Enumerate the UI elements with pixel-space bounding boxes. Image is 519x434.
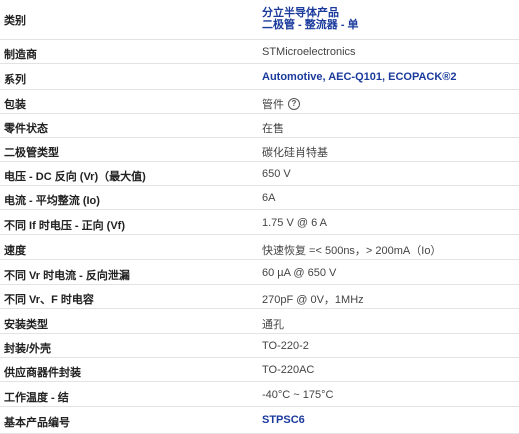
table-row-series: 系列 Automotive, AEC-Q101, ECOPACK®2 [0,64,519,90]
operating-temp-value: -40°C ~ 175°C [262,389,334,401]
diode-type-value: 碳化硅肖特基 [262,147,328,159]
table-row-supplier-package: 供应商器件封装 TO-220AC [0,358,519,382]
table-row-operating-temp: 工作温度 - 结 -40°C ~ 175°C [0,382,519,407]
packaging-label: 包装 [4,99,26,111]
capacitance-label: 不同 Vr、F 时电容 [4,294,94,306]
reverse-leakage-label: 不同 Vr 时电流 - 反向泄漏 [4,270,130,282]
rectified-current-value: 6A [262,192,276,204]
category-child-link[interactable]: 二极管 - 整流器 - 单 [262,19,359,31]
operating-temp-label: 工作温度 - 结 [4,392,69,404]
forward-voltage-label: 不同 If 时电压 - 正向 (Vf) [4,220,125,232]
part-status-value: 在售 [262,123,284,135]
manufacturer-label: 制造商 [4,49,37,61]
table-row-rectified-current: 电流 - 平均整流 (Io) 6A [0,186,519,210]
table-row-category: 类别 分立半导体产品 二极管 - 整流器 - 单 [0,0,519,40]
package-case-label: 封装/外壳 [4,343,52,355]
package-case-value: TO-220-2 [262,340,309,352]
base-product-number-label: 基本产品编号 [4,417,70,429]
table-row-reverse-voltage: 电压 - DC 反向 (Vr)（最大值) 650 V [0,162,519,186]
table-row-reverse-leakage: 不同 Vr 时电流 - 反向泄漏 60 µA @ 650 V [0,260,519,285]
table-row-forward-voltage: 不同 If 时电压 - 正向 (Vf) 1.75 V @ 6 A [0,210,519,235]
series-link[interactable]: Automotive, AEC-Q101, ECOPACK®2 [262,71,457,83]
supplier-package-label: 供应商器件封装 [4,367,81,379]
supplier-package-value: TO-220AC [262,364,315,376]
reverse-leakage-value: 60 µA @ 650 V [262,267,337,279]
help-icon[interactable]: ? [288,98,300,111]
category-label: 类别 [4,15,26,27]
speed-label: 速度 [4,245,26,257]
reverse-voltage-value: 650 V [262,168,291,180]
reverse-voltage-label: 电压 - DC 反向 (Vr)（最大值) [4,171,146,183]
speed-value: 快速恢复 =< 500ns，> 200mA（Io） [262,245,442,257]
packaging-value: 管件 [262,99,284,111]
mounting-type-value: 通孔 [262,319,284,331]
part-status-label: 零件状态 [4,123,48,135]
category-link[interactable]: 分立半导体产品 二极管 - 整流器 - 单 [262,7,359,31]
table-row-package-case: 封装/外壳 TO-220-2 [0,334,519,358]
diode-type-label: 二极管类型 [4,147,59,159]
table-row-mounting-type: 安装类型 通孔 [0,309,519,334]
series-label: 系列 [4,74,26,86]
product-attributes-table: 类别 分立半导体产品 二极管 - 整流器 - 单 制造商 STMicroelec… [0,0,519,434]
capacitance-value: 270pF @ 0V，1MHz [262,294,364,306]
manufacturer-value: STMicroelectronics [262,46,356,58]
forward-voltage-value: 1.75 V @ 6 A [262,217,327,229]
table-row-speed: 速度 快速恢复 =< 500ns，> 200mA（Io） [0,235,519,260]
table-row-part-status: 零件状态 在售 [0,114,519,138]
mounting-type-label: 安装类型 [4,319,48,331]
base-product-number-link[interactable]: STPSC6 [262,414,305,426]
category-parent-link[interactable]: 分立半导体产品 [262,7,359,19]
rectified-current-label: 电流 - 平均整流 (Io) [4,195,100,207]
table-row-capacitance: 不同 Vr、F 时电容 270pF @ 0V，1MHz [0,285,519,309]
table-row-packaging: 包装 管件? [0,90,519,114]
table-row-base-product-number: 基本产品编号 STPSC6 [0,407,519,434]
packaging-value-group: 管件? [262,96,300,112]
table-row-diode-type: 二极管类型 碳化硅肖特基 [0,138,519,162]
table-row-manufacturer: 制造商 STMicroelectronics [0,40,519,64]
